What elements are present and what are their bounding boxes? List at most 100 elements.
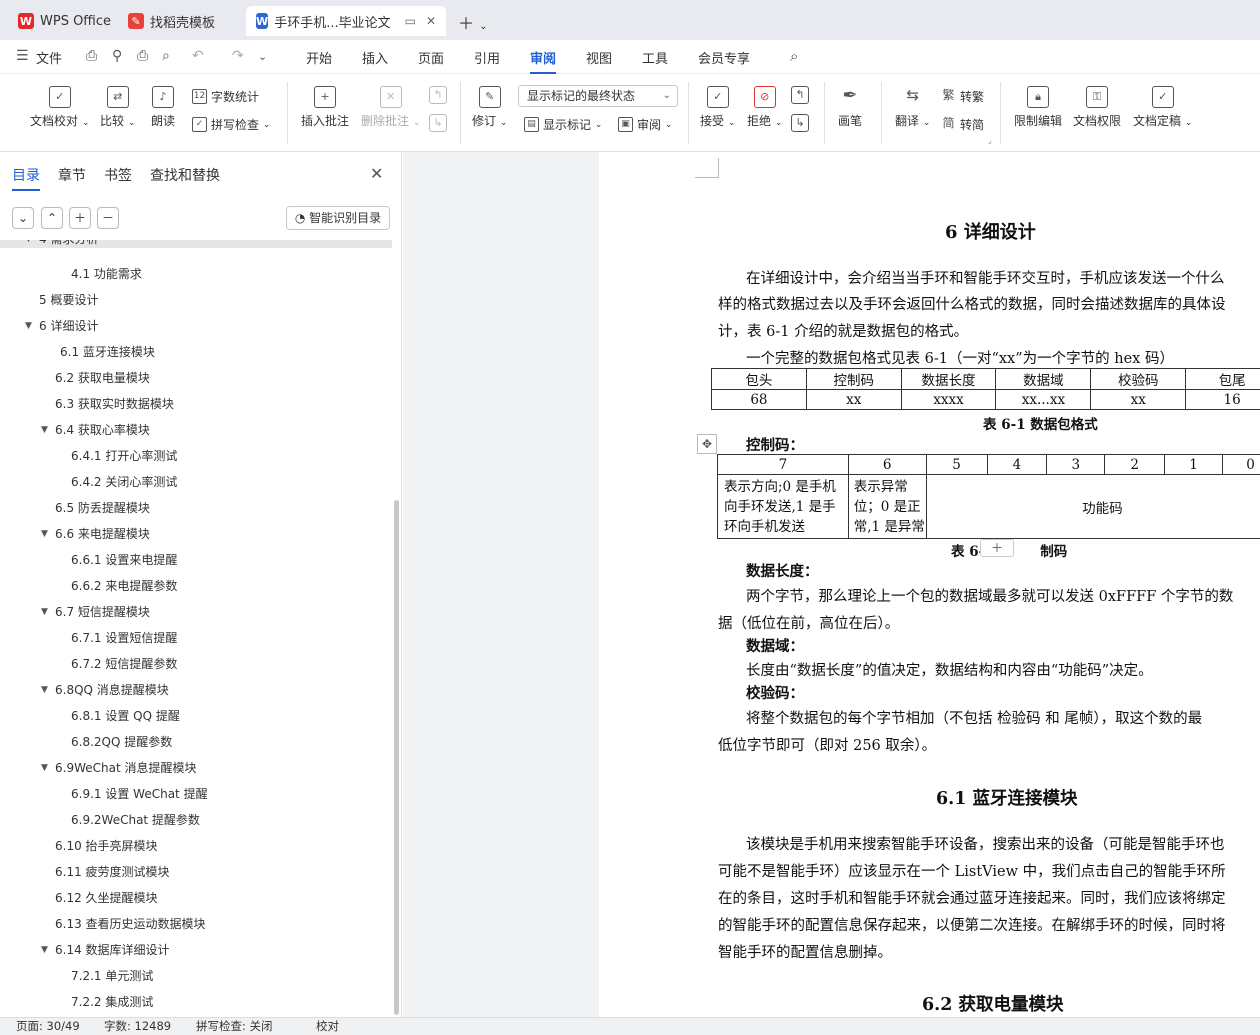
toc-item[interactable]: 6.2 获取电量模块 <box>0 365 392 391</box>
next-comment-button[interactable]: ↳ <box>429 114 447 136</box>
toc-item[interactable]: 6.9.1 设置 WeChat 提醒 <box>0 781 392 807</box>
add-row-plus-icon[interactable]: ＋ <box>980 539 1014 557</box>
print-preview-icon[interactable]: ⌕ <box>162 48 170 64</box>
save-icon[interactable]: ⎙ <box>86 48 97 64</box>
toc-item[interactable]: ▼ 6.9WeChat 消息提醒模块 <box>0 755 392 781</box>
toc-item[interactable]: 6.4.2 关闭心率测试 <box>0 469 392 495</box>
page-indicator[interactable]: 页面: 30/49 <box>16 1018 80 1035</box>
toc-item[interactable]: ▼ 6.6 来电提醒模块 <box>0 521 392 547</box>
tab-template[interactable]: ✎ 找稻壳模板 <box>118 6 225 36</box>
translate-button[interactable]: ⇆ 翻译 ⌄ <box>895 86 930 129</box>
table-move-handle-icon[interactable]: ✥ <box>697 434 717 454</box>
review-pane-button[interactable]: ▣ 审阅 ⌄ <box>618 116 672 133</box>
menu-insert[interactable]: 插入 <box>362 48 388 67</box>
insert-comment-button[interactable]: + 插入批注 <box>301 86 349 129</box>
toc-item[interactable]: 6.12 久坐提醒模块 <box>0 885 392 911</box>
nav-tab-bookmark[interactable]: 书签 <box>104 165 132 185</box>
remove-heading-icon[interactable]: － <box>97 207 119 229</box>
toc-item[interactable]: 6.8.1 设置 QQ 提醒 <box>0 703 392 729</box>
markup-mode-select[interactable]: 显示标记的最终状态 ⌄ <box>518 85 678 107</box>
toc-item[interactable]: ▼ 6.7 短信提醒模块 <box>0 599 392 625</box>
pen-button[interactable]: ✒ 画笔 <box>838 86 862 129</box>
word-count-status[interactable]: 字数: 12489 <box>104 1018 171 1035</box>
menu-reference[interactable]: 引用 <box>474 48 500 67</box>
menu-start[interactable]: 开始 <box>306 48 332 67</box>
toc-item[interactable]: ▼4 需求分析 <box>0 240 392 248</box>
nav-scrollbar[interactable] <box>394 500 399 1015</box>
proof-status[interactable]: 校对 <box>316 1018 339 1035</box>
toc-item[interactable]: 6.11 疲劳度测试模块 <box>0 859 392 885</box>
finalize-icon: ✓ <box>1151 86 1174 108</box>
menu-file[interactable]: 文件 <box>36 48 62 67</box>
accept-button[interactable]: ✓ 接受 ⌄ <box>700 86 735 129</box>
menu-page[interactable]: 页面 <box>418 48 444 67</box>
nav-tab-find-replace[interactable]: 查找和替换 <box>150 165 220 185</box>
menu-member[interactable]: 会员专享 <box>698 48 750 67</box>
prev-comment-button[interactable]: ↰ <box>429 86 447 108</box>
toc-item[interactable]: 6.3 获取实时数据模块 <box>0 391 392 417</box>
toc-item[interactable]: 6.5 防丢提醒模块 <box>0 495 392 521</box>
toc-item[interactable]: 6.6.2 来电提醒参数 <box>0 573 392 599</box>
document-area: 6 详细设计 在详细设计中，会介绍当当手环和智能手环交互时，手机应该发送一个什么… <box>403 152 1260 1017</box>
paragraph-line: 计，表 6-1 介绍的就是数据包的格式。 <box>718 324 969 340</box>
hamburger-menu-icon[interactable]: ☰ <box>16 48 29 64</box>
redo-icon[interactable]: ↷ <box>232 48 244 64</box>
toc-item[interactable]: 6.8.2QQ 提醒参数 <box>0 729 392 755</box>
doc-finalize-button[interactable]: ✓ 文档定稿 ⌄ <box>1133 86 1192 129</box>
quick-access-more-icon[interactable]: ⌄ <box>258 50 267 63</box>
to-simplified-button[interactable]: 简转简 <box>941 116 984 133</box>
tab-close-icon[interactable]: ✕ <box>426 14 436 28</box>
toc-item[interactable]: 6.7.2 短信提醒参数 <box>0 651 392 677</box>
tab-wps-office[interactable]: W WPS Office <box>8 6 121 36</box>
spell-check-button[interactable]: ✓ 拼写检查 ⌄ <box>192 116 270 133</box>
toc-item[interactable]: ▼ 6.4 获取心率模块 <box>0 417 392 443</box>
collapse-up-icon[interactable]: ⌃ <box>41 207 63 229</box>
doc-permission-button[interactable]: ⚿ 文档权限 <box>1073 86 1121 129</box>
read-aloud-button[interactable]: ♪ 朗读 <box>151 86 175 129</box>
toc-item[interactable]: ▼ 6 详细设计 <box>0 313 392 339</box>
revise-button[interactable]: ✎ 修订 ⌄ <box>472 86 507 129</box>
tab-document[interactable]: W 手环手机...毕业论文 ▭ ✕ <box>246 6 446 36</box>
next-revision-button[interactable]: ↳ <box>791 114 809 136</box>
delete-comment-button[interactable]: ✕ 删除批注 ⌄ <box>361 86 420 129</box>
search-icon[interactable]: ⌕ <box>790 47 798 65</box>
compare-button[interactable]: ⇄ 比较 ⌄ <box>100 86 135 129</box>
reject-button[interactable]: ⊘ 拒绝 ⌄ <box>747 86 782 129</box>
toc-item[interactable]: 7.2.2 集成测试 <box>0 989 392 1015</box>
to-traditional-button[interactable]: 繁转繁 <box>941 88 984 105</box>
add-heading-icon[interactable]: ＋ <box>69 207 91 229</box>
document-page[interactable]: 6 详细设计 在详细设计中，会介绍当当手环和智能手环交互时，手机应该发送一个什么… <box>599 152 1260 1017</box>
toc-item[interactable]: 6.9.2WeChat 提醒参数 <box>0 807 392 833</box>
prev-revision-button[interactable]: ↰ <box>791 86 809 108</box>
toc-item[interactable]: 6.13 查看历史运动数据模块 <box>0 911 392 937</box>
undo-icon[interactable]: ↶ <box>192 48 204 64</box>
menu-tools[interactable]: 工具 <box>642 48 668 67</box>
new-tab-plus-icon[interactable]: ＋ ⌄ <box>458 10 487 34</box>
toc-item[interactable]: 6.1 蓝牙连接模块 <box>0 339 392 365</box>
toc-item[interactable]: 6.6.1 设置来电提醒 <box>0 547 392 573</box>
toc-item[interactable]: 5 概要设计 <box>0 287 392 313</box>
menu-review[interactable]: 审阅 <box>530 48 557 74</box>
collapse-down-icon[interactable]: ⌄ <box>12 207 34 229</box>
nav-tab-toc[interactable]: 目录 <box>12 165 40 191</box>
toc-list: ▼4 需求分析 4.1 功能需求 5 概要设计 ▼6 详细设计 6.1 蓝牙连接… <box>0 240 392 1017</box>
toc-item[interactable]: ▼ 6.14 数据库详细设计 <box>0 937 392 963</box>
toc-item[interactable]: 7.2.1 单元测试 <box>0 963 392 989</box>
toc-item[interactable]: 6.10 抬手亮屏模块 <box>0 833 392 859</box>
nav-tab-chapter[interactable]: 章节 <box>58 165 86 185</box>
smart-toc-button[interactable]: ◔ 智能识别目录 <box>286 206 390 230</box>
print-icon[interactable]: ⎙ <box>137 48 148 64</box>
toc-item[interactable]: ▼ 6.8QQ 消息提醒模块 <box>0 677 392 703</box>
link-icon[interactable]: ⚲ <box>112 48 122 64</box>
menu-view[interactable]: 视图 <box>586 48 612 67</box>
word-count-button[interactable]: 12 字数统计 <box>192 88 259 105</box>
restrict-edit-button[interactable]: 🔒︎ 限制编辑 <box>1014 86 1062 129</box>
group-expand-icon[interactable]: ⌟ <box>988 136 992 145</box>
show-markup-button[interactable]: ▤ 显示标记 ⌄ <box>524 116 602 133</box>
toc-item[interactable]: 6.4.1 打开心率测试 <box>0 443 392 469</box>
close-panel-icon[interactable]: ✕ <box>370 164 383 183</box>
toc-item[interactable]: 4.1 功能需求 <box>0 261 392 287</box>
toc-item[interactable]: 6.7.1 设置短信提醒 <box>0 625 392 651</box>
doc-check-button[interactable]: ✓ 文档校对 ⌄ <box>30 86 89 129</box>
tab-window-icon[interactable]: ▭ <box>405 14 416 28</box>
